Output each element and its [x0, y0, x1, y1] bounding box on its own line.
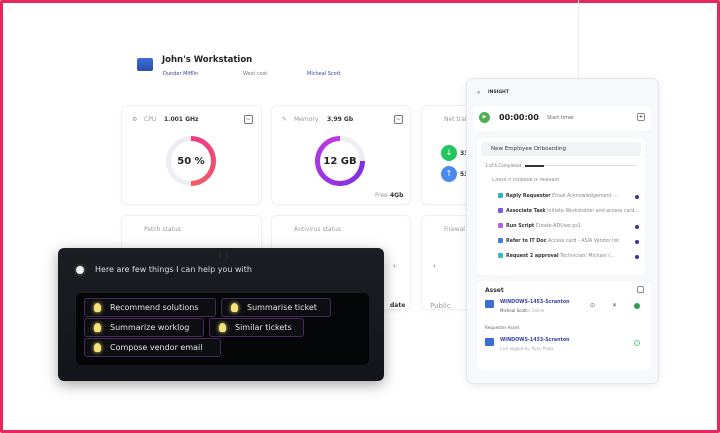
trend-icon[interactable]: ~ — [244, 115, 253, 124]
remote-icon[interactable]: ⊙ — [590, 302, 595, 309]
antivirus-label: Antivirus status — [294, 226, 341, 233]
requester-asset-title: Requester Asset — [485, 325, 520, 330]
avatar — [74, 264, 86, 276]
cpu-value: 1.001 GHz — [164, 116, 199, 123]
bulb-icon — [94, 343, 101, 352]
task-type-icon — [498, 193, 503, 198]
timer-bar: ▶ 00:00:00 Start timer + — [473, 106, 651, 131]
suggestion-compose-vendor-email[interactable]: Compose vendor email — [84, 338, 221, 357]
workflow-title: New Employee Onboarding — [491, 146, 566, 152]
memory-label: Memory — [294, 116, 319, 123]
task-item[interactable]: Check if runbook is relevant — [492, 178, 652, 183]
memory-card: ✎ Memory 3.99 Gb ~ 12 GB Free 4Gb — [271, 105, 411, 205]
upload-icon: ↑ — [441, 166, 457, 182]
cpu-usage: 50 % — [171, 141, 211, 181]
antivirus-status: date — [390, 302, 406, 309]
network-label: Net traf — [444, 116, 468, 123]
run-task-icon[interactable] — [635, 195, 639, 199]
suggestion-summarise-ticket[interactable]: Summarise ticket — [221, 298, 331, 317]
task-type-icon — [498, 223, 503, 228]
chat-icon[interactable] — [634, 303, 640, 309]
free-value: 4Gb — [390, 192, 404, 199]
workflow-card: New Employee Onboarding 1 of 6 Completed… — [477, 138, 645, 275]
expand-icon[interactable] — [637, 286, 644, 293]
task-item[interactable]: Run Script Create-ADUser.ps1 — [492, 223, 652, 229]
asset-status: is Online — [527, 308, 545, 313]
memory-icon: ✎ — [282, 116, 288, 123]
workstation-icon — [137, 58, 153, 71]
divider — [578, 0, 579, 80]
location: West cost — [243, 71, 268, 77]
play-button[interactable]: ▶ — [479, 112, 490, 123]
cpu-label: CPU — [144, 116, 157, 123]
assistant-panel: ⋮⋮ Here are few things I can help you wi… — [58, 248, 384, 381]
free-label: Free — [375, 192, 388, 199]
task-item[interactable]: Reply Requester Email Acknowledgement -.… — [492, 193, 652, 199]
cpu-icon: ⚙ — [132, 116, 138, 123]
drag-handle[interactable]: ⋮⋮ — [217, 252, 231, 259]
tools-icon[interactable]: ✕ — [612, 302, 617, 309]
asset-title: Asset — [485, 287, 504, 294]
assistant-greeting: Here are few things I can help you with — [95, 265, 252, 274]
bulb-icon — [94, 323, 101, 332]
memory-value: 3.99 Gb — [327, 116, 354, 123]
suggestion-recommend-solutions[interactable]: Recommend solutions — [84, 298, 216, 317]
cpu-card: ⚙ CPU 1.001 GHz ~ 50 % — [121, 105, 262, 205]
bulb-icon — [94, 303, 101, 312]
search-icon[interactable]: ⌕ — [477, 89, 480, 97]
task-type-icon — [498, 208, 503, 213]
start-timer[interactable]: Start timer — [547, 115, 574, 121]
task-item[interactable]: Request 2 approval Technician: Michael (… — [492, 253, 652, 259]
requester-asset-link[interactable]: WINDOWS-1433-Scranton — [500, 338, 570, 343]
run-task-icon[interactable] — [635, 225, 639, 229]
user-link[interactable]: Micheal Scott — [307, 71, 341, 77]
bulb-icon — [231, 303, 238, 312]
search-input[interactable]: INSIGHT — [488, 90, 509, 95]
connect-icon[interactable] — [634, 340, 640, 346]
computer-icon — [485, 338, 494, 346]
suggestion-summarize-worklog[interactable]: Summarize worklog — [84, 318, 204, 337]
firewall-label: Firewal — [444, 226, 465, 233]
download-icon: ↓ — [441, 145, 457, 161]
memory-gauge: 12 GB — [315, 136, 365, 186]
suggestions: Recommend solutions Summarise ticket Sum… — [76, 293, 369, 365]
suggestion-similar-tickets[interactable]: Similar tickets — [209, 318, 304, 337]
task-type-icon — [498, 238, 503, 243]
asset-card: Asset WINDOWS-1453-Scranton Micheal Scot… — [477, 281, 651, 370]
bulb-icon — [219, 323, 226, 332]
next-arrow[interactable]: › — [393, 262, 396, 270]
company-link[interactable]: Dunder Mifflin — [163, 71, 198, 77]
computer-icon — [485, 300, 494, 308]
workflow-progress-bar — [525, 164, 637, 167]
task-type-icon — [498, 253, 503, 258]
memory-used: 12 GB — [320, 141, 360, 181]
trend-icon[interactable]: ~ — [394, 115, 403, 124]
workflow-progress-text: 1 of 6 Completed — [485, 163, 522, 168]
task-item[interactable]: Associate Task Initiate Workstation and … — [492, 208, 652, 214]
patch-label: Patch status — [144, 226, 181, 233]
task-item[interactable]: Refer to IT Doc Access card - ASIA Vendo… — [492, 238, 652, 244]
asset-link[interactable]: WINDOWS-1453-Scranton — [500, 300, 570, 305]
timer: 00:00:00 — [499, 113, 539, 122]
workstation-title: John's Workstation — [162, 55, 253, 65]
asset-owner: Micheal Scott — [500, 308, 527, 313]
add-icon[interactable]: + — [637, 113, 645, 121]
prev-arrow[interactable]: ‹ — [433, 262, 436, 270]
insight-panel: ⌕ INSIGHT ▶ 00:00:00 Start timer + New E… — [466, 78, 659, 384]
run-task-icon[interactable] — [635, 240, 639, 244]
requester-asset-sub: Last logged by: Ryan Plaza — [500, 346, 554, 351]
run-task-icon[interactable] — [635, 255, 639, 259]
firewall-value: Public — [430, 302, 451, 310]
cpu-gauge: 50 % — [166, 136, 216, 186]
